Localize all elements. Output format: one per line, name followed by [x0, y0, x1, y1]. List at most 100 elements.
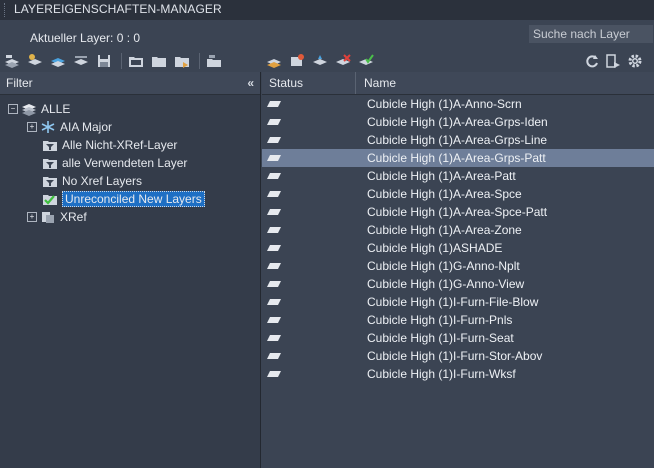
tree-label: No Xref Layers: [62, 174, 143, 188]
layer-states-icon[interactable]: [50, 53, 68, 69]
table-row[interactable]: Cubicle High (1)A-Area-Grps-Iden: [262, 113, 654, 131]
collapse-toggle-icon[interactable]: −: [8, 104, 18, 114]
layer-name: Cubicle High (1)I-Furn-File-Blow: [367, 295, 539, 309]
tree-node-aia-major[interactable]: + AIA Major: [27, 118, 112, 136]
layer-status-icon: [262, 100, 367, 108]
layer-filter-icon: [42, 174, 58, 188]
layer-status-icon: [262, 190, 367, 198]
layer-name: Cubicle High (1)I-Furn-Seat: [367, 331, 514, 345]
tree-label: AIA Major: [60, 120, 113, 134]
refresh-icon[interactable]: [584, 53, 600, 69]
table-row[interactable]: Cubicle High (1)ASHADE: [262, 239, 654, 257]
status-column-header[interactable]: Status: [262, 72, 356, 94]
layer-status-icon: [262, 334, 367, 342]
layer-name: Cubicle High (1)I-Furn-Wksf: [367, 367, 516, 381]
folder-icon[interactable]: [128, 53, 146, 69]
set-current-icon[interactable]: [358, 53, 376, 69]
tree-node-no-xref[interactable]: No Xref Layers: [42, 172, 142, 190]
layer-filter-icon: [42, 138, 58, 152]
save-icon[interactable]: [96, 53, 114, 69]
new-layer-vp-frozen-icon[interactable]: [289, 53, 307, 69]
grip-handle[interactable]: [4, 3, 9, 17]
table-row[interactable]: Cubicle High (1)A-Area-Patt: [262, 167, 654, 185]
layer-translate-icon[interactable]: [206, 53, 224, 69]
tree-label: XRef: [60, 210, 87, 224]
new-group-filter-icon[interactable]: [27, 53, 45, 69]
toolbar-separator: [121, 53, 122, 69]
layer-status-icon: [262, 316, 367, 324]
layer-filter-check-icon: [42, 192, 58, 206]
table-row[interactable]: Cubicle High (1)I-Furn-Pnls: [262, 311, 654, 329]
layer-name: Cubicle High (1)A-Area-Patt: [367, 169, 516, 183]
layer-name: Cubicle High (1)A-Area-Spce-Patt: [367, 205, 548, 219]
tree-label-selected: Unreconciled New Layers: [62, 191, 205, 207]
tree-node-xref[interactable]: + XRef: [27, 208, 87, 226]
tree-label: alle Verwendeten Layer: [62, 156, 188, 170]
layer-toolbar-right: [584, 50, 648, 72]
filter-toolbar: [4, 50, 229, 72]
expand-toggle-icon[interactable]: +: [27, 122, 37, 132]
snowflake-icon: [40, 120, 56, 134]
toolbar-separator: [199, 53, 200, 69]
table-row[interactable]: Cubicle High (1)A-Area-Zone: [262, 221, 654, 239]
table-row[interactable]: Cubicle High (1)I-Furn-Wksf: [262, 365, 654, 383]
layer-status-icon: [262, 352, 367, 360]
expand-toggle-icon[interactable]: +: [27, 212, 37, 222]
layer-stack-icon: [21, 102, 37, 116]
layer-filter-icon: [42, 156, 58, 170]
layer-status-icon: [262, 244, 367, 252]
table-row[interactable]: Cubicle High (1)A-Area-Spce: [262, 185, 654, 203]
table-row[interactable]: Cubicle High (1)I-Furn-Seat: [262, 329, 654, 347]
layer-status-icon: [262, 280, 367, 288]
tree-node-unreconciled[interactable]: Unreconciled New Layers: [42, 190, 205, 208]
delete-layer-icon[interactable]: [335, 53, 353, 69]
layer-status-icon: [262, 226, 367, 234]
layer-name: Cubicle High (1)I-Furn-Pnls: [367, 313, 513, 327]
xref-icon: [40, 210, 56, 224]
layer-status-icon: [262, 154, 367, 162]
layer-name: Cubicle High (1)A-Anno-Scrn: [367, 97, 522, 111]
new-layer-icon[interactable]: [266, 53, 284, 69]
column-header: Status Name: [262, 72, 654, 95]
layer-settings-icon[interactable]: [73, 53, 91, 69]
layer-name: Cubicle High (1)A-Area-Zone: [367, 223, 522, 237]
table-row[interactable]: Cubicle High (1)A-Anno-Scrn: [262, 95, 654, 113]
tree-label: Alle Nicht-XRef-Layer: [62, 138, 178, 152]
name-column-header[interactable]: Name: [356, 72, 396, 94]
layer-toolbar: [266, 50, 381, 72]
tree-node-alle-nicht-xref[interactable]: Alle Nicht-XRef-Layer: [42, 136, 177, 154]
search-input[interactable]: [529, 25, 653, 43]
folder-open-icon[interactable]: [151, 53, 169, 69]
title-bar: LAYEREIGENSCHAFTEN-MANAGER: [0, 0, 654, 20]
layer-name: Cubicle High (1)G-Anno-Nplt: [367, 259, 520, 273]
tree-node-alle-verwendeten[interactable]: alle Verwendeten Layer: [42, 154, 187, 172]
layer-name: Cubicle High (1)A-Area-Grps-Line: [367, 133, 548, 147]
layer-properties-icon[interactable]: [605, 53, 621, 69]
table-row[interactable]: Cubicle High (1)A-Area-Spce-Patt: [262, 203, 654, 221]
table-row[interactable]: Cubicle High (1)A-Area-Grps-Line: [262, 131, 654, 149]
table-row[interactable]: Cubicle High (1)G-Anno-Nplt: [262, 257, 654, 275]
table-row[interactable]: Cubicle High (1)A-Area-Grps-Patt: [262, 149, 654, 167]
layer-status-icon: [262, 118, 367, 126]
table-row[interactable]: Cubicle High (1)G-Anno-View: [262, 275, 654, 293]
gear-icon[interactable]: [627, 53, 643, 69]
new-property-filter-icon[interactable]: [4, 53, 22, 69]
filter-panel: Filter « − ALLE + AIA Major Alle Nicht-X…: [0, 72, 261, 468]
layer-name: Cubicle High (1)ASHADE: [367, 241, 503, 255]
tree-node-alle[interactable]: − ALLE: [8, 100, 70, 118]
layer-name: Cubicle High (1)A-Area-Grps-Iden: [367, 115, 548, 129]
layer-status-icon: [262, 370, 367, 378]
layer-name: Cubicle High (1)A-Area-Grps-Patt: [367, 151, 546, 165]
layer-name: Cubicle High (1)A-Area-Spce: [367, 187, 522, 201]
table-row[interactable]: Cubicle High (1)I-Furn-Stor-Abov: [262, 347, 654, 365]
layer-name: Cubicle High (1)G-Anno-View: [367, 277, 525, 291]
layer-status-icon: [262, 262, 367, 270]
table-row[interactable]: Cubicle High (1)I-Furn-File-Blow: [262, 293, 654, 311]
tree-label: ALLE: [41, 102, 71, 116]
layer-walk-icon[interactable]: [312, 53, 330, 69]
layer-status-icon: [262, 208, 367, 216]
layer-status-icon: [262, 172, 367, 180]
window-title: LAYEREIGENSCHAFTEN-MANAGER: [14, 2, 222, 16]
collapse-icon[interactable]: «: [247, 76, 254, 90]
folder-arrow-icon[interactable]: [174, 53, 192, 69]
